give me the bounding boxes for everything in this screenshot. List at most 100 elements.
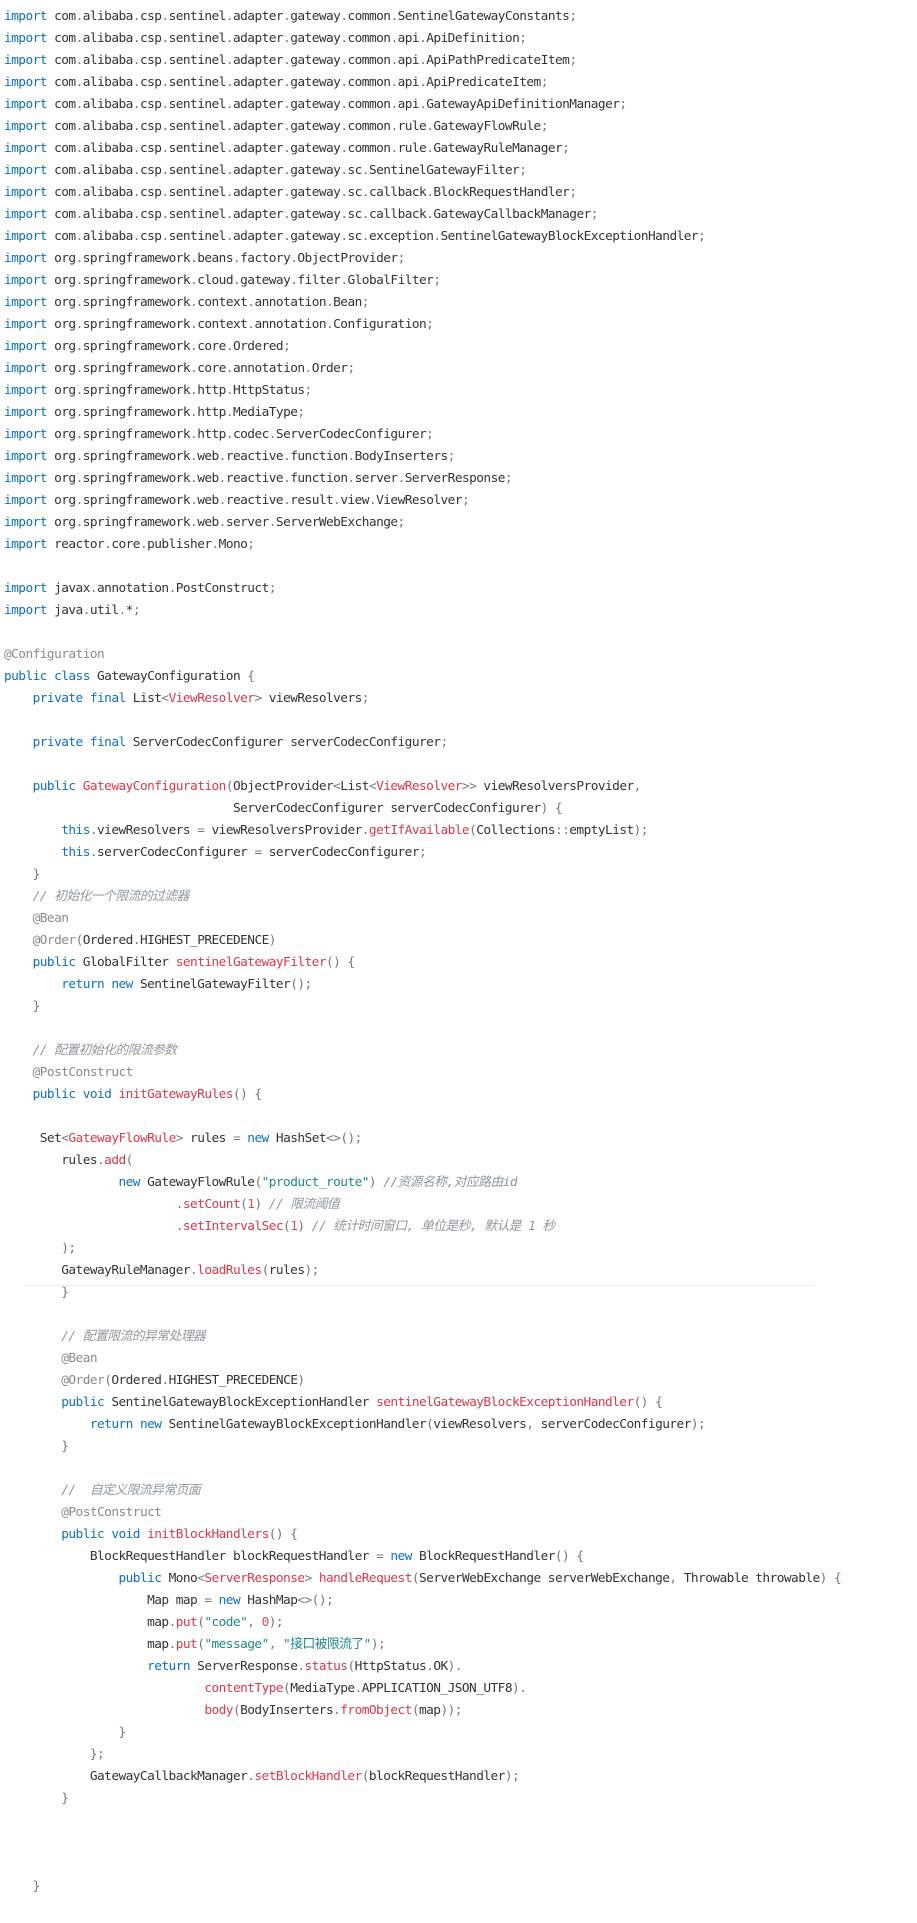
- code-token: .: [132, 229, 141, 244]
- code-token: .: [161, 31, 169, 46]
- code-token: >>: [461, 779, 477, 794]
- code-token: Ordered: [232, 339, 284, 354]
- code-token: common: [347, 75, 391, 90]
- code-token: }: [61, 1439, 69, 1454]
- code-block: import com.alibaba.csp.sentinel.adapter.…: [4, 6, 842, 1898]
- code-token: ) {: [540, 801, 563, 816]
- code-token: .: [132, 185, 141, 200]
- code-token: ApiPathPredicateItem: [426, 53, 570, 68]
- code-token: http: [197, 427, 226, 442]
- code-token: BlockRequestHandler blockRequestHandler: [4, 1549, 377, 1564]
- code-token: SentinelGatewayBlockExceptionHandler: [161, 1417, 427, 1432]
- code-token: springframework: [82, 361, 191, 376]
- code-token: reactive: [225, 493, 284, 508]
- code-token: .: [75, 9, 84, 24]
- code-line: }: [4, 1876, 841, 1898]
- code-line: import org.springframework.web.reactive.…: [4, 468, 841, 490]
- code-token: public class: [4, 669, 90, 684]
- code-token: ;: [426, 427, 434, 442]
- code-token: <: [368, 779, 377, 794]
- code-token: ;: [433, 273, 441, 288]
- code-token: ;: [347, 361, 355, 376]
- code-token: .: [75, 383, 84, 398]
- code-token: .: [347, 449, 355, 464]
- code-line: import reactor.core.publisher.Mono;: [4, 534, 841, 556]
- code-token: ServerCodecConfigurer serverCodecConfigu…: [125, 735, 441, 750]
- code-token: ;: [569, 185, 577, 200]
- code-token: BodyInserters: [354, 449, 449, 464]
- code-token: sentinel: [168, 163, 227, 178]
- code-token: exception: [368, 229, 434, 244]
- code-token: sentinel: [168, 97, 227, 112]
- code-token: ): [254, 1197, 262, 1212]
- code-token: .: [225, 383, 234, 398]
- code-token: alibaba: [82, 119, 134, 134]
- code-token: .: [161, 9, 169, 24]
- code-token: >: [254, 691, 262, 706]
- code-token: .: [361, 229, 370, 244]
- code-token: adapter: [233, 163, 284, 178]
- code-token: .: [225, 141, 234, 156]
- code-token: alibaba: [82, 53, 134, 68]
- code-token: (: [411, 1571, 420, 1586]
- code-token: BlockRequestHandler: [411, 1549, 556, 1564]
- code-token: }: [61, 1791, 69, 1806]
- code-token: .: [347, 471, 355, 486]
- code-token: springframework: [82, 449, 191, 464]
- code-token: .: [390, 75, 398, 90]
- code-line: import com.alibaba.csp.sentinel.adapter.…: [4, 138, 841, 160]
- code-token: common: [347, 119, 391, 134]
- code-token: adapter: [233, 185, 284, 200]
- code-line: private final ServerCodecConfigurer serv…: [4, 732, 841, 754]
- code-token: .: [225, 361, 234, 376]
- code-token: .: [390, 141, 398, 156]
- code-token: .: [225, 339, 234, 354]
- code-token: .: [361, 207, 370, 222]
- code-token: context: [197, 295, 248, 310]
- code-token: .: [340, 163, 348, 178]
- code-line: import com.alibaba.csp.sentinel.adapter.…: [4, 116, 841, 138]
- code-token: org: [46, 427, 76, 442]
- code-token: csp: [139, 229, 162, 244]
- code-line: import java.util.*;: [4, 600, 841, 622]
- code-token: ;: [419, 845, 427, 860]
- code-token: SentinelGatewayBlockExceptionHandler: [104, 1395, 377, 1410]
- code-token: import: [4, 493, 47, 508]
- code-token: ServerResponse: [404, 471, 506, 486]
- code-token: import: [4, 207, 47, 222]
- code-line: @PostConstruct: [4, 1062, 841, 1084]
- code-line: .setCount(1) // 限流阈值: [4, 1194, 841, 1216]
- code-line: return new SentinelGatewayFilter();: [4, 974, 841, 996]
- code-token: adapter: [233, 207, 284, 222]
- code-token: import: [4, 603, 47, 618]
- code-token: loadRules: [197, 1263, 262, 1278]
- code-token: SentinelGatewayFilter: [132, 977, 291, 992]
- code-token: .: [75, 97, 84, 112]
- code-token: alibaba: [82, 141, 134, 156]
- code-token: org: [46, 339, 76, 354]
- code-line: }: [4, 1436, 841, 1458]
- code-token: .: [132, 97, 141, 112]
- code-line: map.put("message", "接口被限流了");: [4, 1634, 841, 1656]
- code-token: .: [397, 471, 406, 486]
- code-token: .: [218, 449, 227, 464]
- code-token: .: [82, 603, 91, 618]
- code-token: @Bean: [32, 911, 69, 926]
- code-token: viewResolvers: [433, 1417, 527, 1432]
- code-line: rules.add(: [4, 1150, 841, 1172]
- code-token: map: [4, 1637, 169, 1652]
- code-token: rules: [4, 1153, 98, 1168]
- code-token: springframework: [82, 383, 191, 398]
- code-token: .: [225, 229, 234, 244]
- code-token: .: [225, 97, 234, 112]
